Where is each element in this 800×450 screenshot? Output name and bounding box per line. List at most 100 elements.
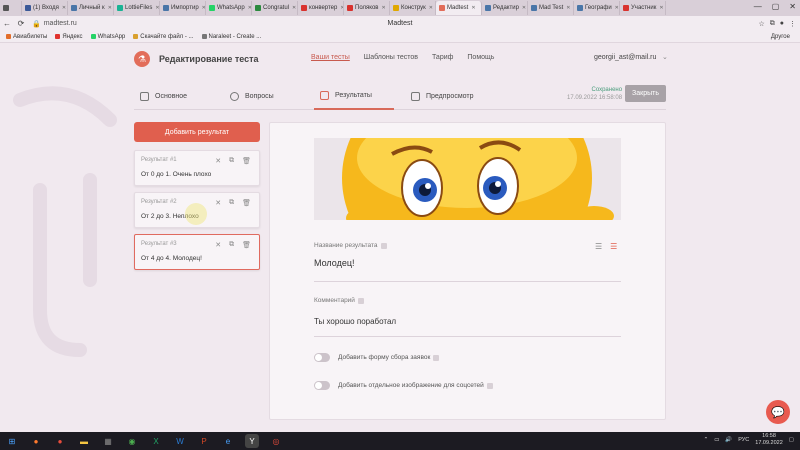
network-icon[interactable]: ▭ [714, 437, 719, 443]
tab-close-icon[interactable]: ✕ [292, 5, 296, 11]
back-icon[interactable]: ← [0, 19, 14, 28]
browser-tab[interactable] [0, 1, 22, 15]
nav-your-tests[interactable]: Ваши тесты [311, 54, 350, 61]
clock[interactable]: 16:58 17.09.2022 [755, 433, 783, 447]
bookmark-star-icon[interactable]: ☆ [758, 20, 764, 28]
windows-start-icon[interactable]: ⊞ [5, 434, 19, 448]
tab-basic[interactable]: Основное [140, 82, 220, 110]
explorer-icon[interactable]: e [221, 434, 235, 448]
browser-tab[interactable]: WhatsApp ✕ [206, 1, 252, 15]
social-image-toggle[interactable] [314, 381, 330, 390]
minimize-icon[interactable]: — [754, 2, 762, 11]
word-icon[interactable]: W [173, 434, 187, 448]
nav-tariff[interactable]: Тариф [432, 54, 453, 61]
language-indicator[interactable]: РУС [738, 437, 749, 443]
excel-icon[interactable]: X [149, 434, 163, 448]
browser-tab[interactable]: Congratul ✕ [252, 1, 298, 15]
browser-tab-label: Географи [585, 5, 612, 11]
url-field[interactable]: 🔒 madtest.ru [32, 20, 77, 28]
result-image[interactable] [314, 138, 621, 220]
browser-tab[interactable]: Конструк ✕ [390, 1, 436, 15]
media-icon[interactable]: ● [53, 434, 67, 448]
trash-icon[interactable]: 🗑 [242, 157, 251, 165]
profile-icon[interactable]: ● [780, 20, 784, 28]
volume-icon[interactable]: 🔊 [725, 437, 732, 443]
tab-close-icon[interactable]: ✕ [522, 5, 526, 11]
firefox-icon[interactable]: ● [29, 434, 43, 448]
browser-tab[interactable]: Участник ✕ [620, 1, 666, 15]
result-name-input[interactable]: Молодец! [314, 258, 354, 268]
tab-preview[interactable]: Предпросмотр [411, 82, 511, 110]
result-card[interactable]: Результат #1 ✕ ⧉ 🗑 От 0 до 1. Очень плох… [134, 150, 260, 186]
browser-tab[interactable]: конвертер✕ [298, 1, 344, 15]
tab-close-icon[interactable]: ✕ [62, 5, 66, 11]
browser-tab[interactable]: Импортир ✕ [160, 1, 206, 15]
chat-icon[interactable]: 💬 [766, 400, 790, 424]
browser-tab[interactable]: Редактир ✕ [482, 1, 528, 15]
tab-close-icon[interactable]: ✕ [155, 5, 159, 11]
tray-arrow-icon[interactable]: ⌃ [704, 437, 709, 443]
add-result-button[interactable]: Добавить результат [134, 122, 260, 142]
bookmark-item[interactable]: Скачайте файл - ... [133, 34, 194, 40]
browser-tab[interactable]: LottieFiles ✕ [114, 1, 160, 15]
tab-results[interactable]: Результаты [314, 82, 394, 110]
tab-favicon-icon [117, 5, 123, 11]
tab-close-icon[interactable]: ✕ [566, 5, 570, 11]
align-center-icon[interactable]: ☰ [610, 242, 617, 251]
info-icon[interactable] [486, 382, 493, 389]
user-email[interactable]: georgii_ast@mail.ru [594, 54, 656, 61]
browser-tab[interactable]: Поляков ✕ [344, 1, 390, 15]
other-bookmarks[interactable]: Другое [771, 34, 790, 40]
trash-icon[interactable]: 🗑 [242, 199, 251, 207]
powerpoint-icon[interactable]: P [197, 434, 211, 448]
bookmark-item[interactable]: Яндекс [55, 34, 83, 40]
lead-form-toggle[interactable] [314, 353, 330, 362]
close-icon[interactable]: ✕ [789, 2, 796, 11]
maximize-icon[interactable]: ▢ [772, 2, 780, 11]
tab-close-icon[interactable]: ✕ [659, 5, 663, 11]
copy-icon[interactable]: ⧉ [229, 199, 234, 207]
close-icon[interactable]: ✕ [215, 157, 221, 165]
trash-icon[interactable]: 🗑 [242, 241, 251, 249]
app-icon[interactable]: ▦ [101, 434, 115, 448]
close-icon[interactable]: ✕ [215, 199, 221, 207]
folder-icon[interactable]: ▬ [77, 434, 91, 448]
browser-tab[interactable]: Mad Test ✕ [528, 1, 574, 15]
info-icon[interactable] [357, 297, 364, 304]
flask-logo-icon[interactable]: ⚗ [134, 51, 150, 67]
tab-questions[interactable]: Вопросы [230, 82, 310, 110]
menu-icon[interactable]: ⋮ [789, 20, 796, 28]
close-button[interactable]: Закрыть [625, 85, 666, 102]
yandex-browser-icon[interactable]: Y [245, 434, 259, 448]
tab-close-icon[interactable]: ✕ [429, 5, 433, 11]
reload-icon[interactable]: ⟳ [14, 19, 28, 28]
bookmark-item[interactable]: Naraleet - Create ... [201, 34, 261, 40]
extensions-icon[interactable]: ⧉ [770, 20, 775, 28]
comment-input[interactable]: Ты хорошо поработал [314, 317, 396, 326]
notifications-icon[interactable]: ▢ [789, 437, 794, 443]
chrome-icon[interactable]: ◉ [125, 434, 139, 448]
tab-close-icon[interactable]: ✕ [615, 5, 619, 11]
bookmark-item[interactable]: WhatsApp [90, 34, 125, 40]
browser-tab[interactable]: Личный к ✕ [68, 1, 114, 15]
copy-icon[interactable]: ⧉ [229, 157, 234, 165]
info-icon[interactable] [380, 242, 387, 249]
tab-close-icon[interactable]: ✕ [381, 5, 385, 11]
result-card[interactable]: Результат #3 ✕ ⧉ 🗑 От 4 до 4. Молодец! [134, 234, 260, 270]
align-left-icon[interactable]: ☰ [595, 242, 602, 251]
nav-help[interactable]: Помощь [467, 54, 494, 61]
result-card[interactable]: Результат #2 ✕ ⧉ 🗑 От 2 до 3. Неплохо [134, 192, 260, 228]
tab-close-icon[interactable]: ✕ [471, 5, 475, 11]
bookmark-item[interactable]: Авиабилеты [6, 34, 47, 40]
info-icon[interactable] [433, 354, 440, 361]
record-icon[interactable]: ◎ [269, 434, 283, 448]
browser-tab[interactable]: (1) Входя ✕ [22, 1, 68, 15]
browser-tab-label: Личный к [79, 5, 105, 11]
browser-tab[interactable]: Географи ✕ [574, 1, 620, 15]
nav-templates[interactable]: Шаблоны тестов [364, 54, 418, 61]
chevron-down-icon[interactable]: ⌄ [662, 53, 668, 61]
copy-icon[interactable]: ⧉ [229, 241, 234, 249]
browser-tab[interactable]: Madtest ✕ [436, 1, 482, 15]
tab-close-icon[interactable]: ✕ [108, 5, 112, 11]
close-icon[interactable]: ✕ [215, 241, 221, 249]
